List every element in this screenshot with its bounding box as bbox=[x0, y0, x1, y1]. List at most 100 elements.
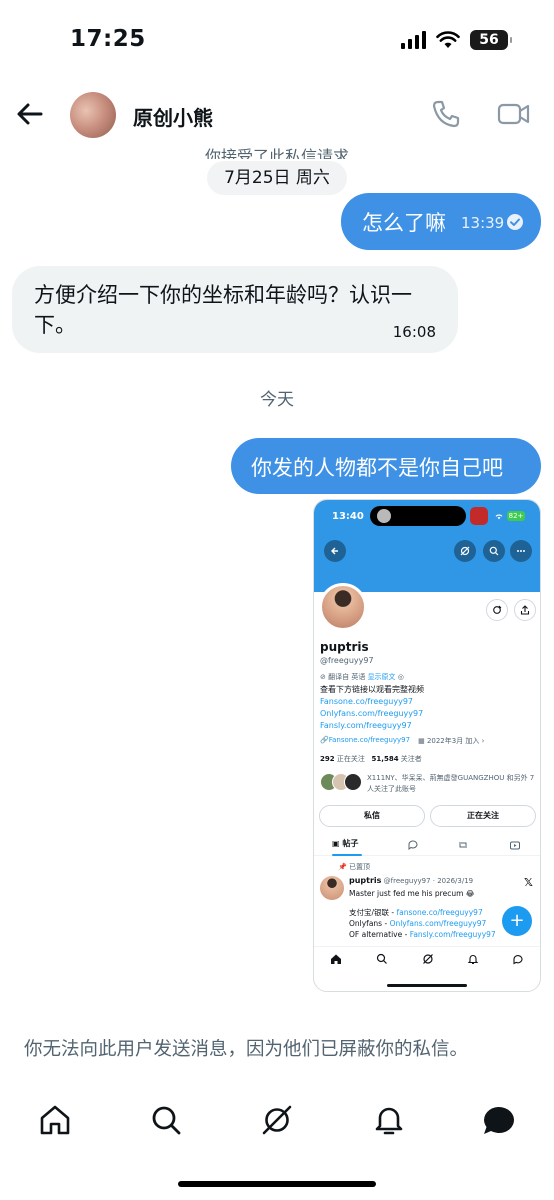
follow-stats: 292 正在关注 51,584 关注者 bbox=[320, 754, 422, 764]
wifi-icon bbox=[436, 31, 460, 48]
chevron-right-icon: › bbox=[479, 737, 485, 745]
wifi-icon bbox=[495, 514, 503, 520]
following-label: 正在关注 bbox=[336, 755, 365, 763]
shared-image-attachment[interactable]: 13:40 82+ puptris @freeguyy97 ⊘ 翻译自 英语 显… bbox=[313, 499, 541, 992]
video-icon[interactable] bbox=[497, 98, 531, 130]
home-indicator bbox=[178, 1181, 376, 1187]
shot-status-time: 13:40 bbox=[332, 511, 364, 522]
home-icon bbox=[331, 954, 341, 964]
pin-icon: 📌 bbox=[338, 863, 349, 871]
message-button: 私信 bbox=[319, 805, 425, 827]
search-icon bbox=[376, 953, 387, 964]
following-count: 292 bbox=[320, 755, 335, 763]
bio-link: Fansly.com/freeguyy97 bbox=[320, 721, 412, 730]
status-time: 17:25 bbox=[70, 26, 146, 52]
message-bubble-outgoing[interactable]: 你发的人物都不是你自己吧 bbox=[231, 438, 541, 494]
mutual-followers-avatars bbox=[320, 773, 364, 793]
contact-avatar[interactable] bbox=[70, 92, 116, 138]
notifications-icon bbox=[467, 955, 479, 965]
back-arrow-icon bbox=[324, 540, 346, 562]
battery-icon: 82+ bbox=[507, 511, 525, 521]
following-button: 正在关注 bbox=[430, 805, 536, 827]
shot-bottom-nav bbox=[314, 946, 540, 970]
grok-analyze-icon bbox=[486, 599, 508, 621]
post-link: Onlyfans.com/freeguyy97 bbox=[389, 919, 487, 928]
date-separator-today: 今天 bbox=[260, 390, 294, 410]
message-text: 方便介绍一下你的坐标和年龄吗？认识一下。 bbox=[34, 283, 412, 337]
tab-posts: ▣ 帖子 bbox=[332, 838, 358, 849]
notifications-icon[interactable] bbox=[371, 1102, 407, 1138]
message-bubble-outgoing[interactable]: 怎么了嘛 13:39 bbox=[341, 193, 541, 250]
post-link-line: OF alternative - Fansly.com/freeguyy97 bbox=[349, 929, 529, 940]
post-link-label: Onlyfans - bbox=[349, 919, 390, 928]
post-text: Master just fed me his precum 😂 bbox=[349, 889, 475, 898]
bottom-nav bbox=[0, 1090, 554, 1150]
blocked-notice: 你无法向此用户发送消息，因为他们已屏蔽你的私信。 bbox=[24, 1039, 469, 1060]
island-avatar-icon bbox=[377, 509, 391, 523]
home-icon[interactable] bbox=[37, 1102, 73, 1138]
battery-level: 56 bbox=[479, 32, 499, 48]
pinned-text: 已置顶 bbox=[348, 863, 370, 871]
message-text: 怎么了嘛 bbox=[362, 211, 446, 235]
search-icon bbox=[483, 540, 505, 562]
profile-website: Fansone.co/freeguyy97 bbox=[328, 736, 411, 744]
shot-home-indicator bbox=[387, 984, 467, 987]
app-icon bbox=[470, 507, 488, 525]
search-icon[interactable] bbox=[148, 1102, 184, 1138]
followed-by-text: X111NY、华呆呆、荊無虚發GUANGZHOU 和另外 7 人关注了此账号 bbox=[367, 774, 535, 793]
profile-joined: 2022年3月 加入 bbox=[426, 737, 480, 745]
bio-line: 查看下方链接以观看完整视频 bbox=[320, 685, 424, 694]
post-link-label: OF alternative - bbox=[349, 930, 410, 939]
profile-name: puptris bbox=[320, 640, 369, 654]
active-tab-indicator bbox=[332, 854, 362, 856]
message-time: 13:39 bbox=[461, 214, 505, 232]
media-icon bbox=[510, 841, 520, 850]
status-bar: 17:25 56 bbox=[0, 0, 554, 84]
shot-status-icons: 82+ bbox=[494, 511, 525, 521]
replies-icon bbox=[408, 840, 418, 850]
request-accepted-note: 你接受了此私信请求 bbox=[204, 147, 349, 159]
bio-link: Onlyfans.com/freeguyy97 bbox=[320, 709, 424, 718]
more-icon bbox=[510, 540, 532, 562]
reposts-icon bbox=[459, 842, 467, 848]
pinned-label: 📌 已置顶 bbox=[338, 862, 370, 872]
post-header: puptris @freeguyy97 · 2026/3/19 bbox=[349, 876, 473, 885]
profile-tabs: ▣ 帖子 bbox=[314, 836, 540, 856]
message-time: 16:08 bbox=[392, 323, 436, 341]
post-link-label: 支付宝/银联 - bbox=[349, 908, 397, 917]
grok-icon[interactable] bbox=[259, 1102, 295, 1138]
battery-icon: 56 bbox=[470, 30, 512, 50]
link-icon: 🔗 bbox=[320, 736, 329, 744]
conversation-header: 原创小熊 bbox=[0, 84, 554, 146]
post-body: Master just fed me his precum 😂 支付宝/银联 -… bbox=[349, 888, 529, 940]
read-check-icon bbox=[507, 214, 523, 230]
calendar-icon: ▦ bbox=[418, 737, 427, 745]
post-avatar bbox=[320, 876, 344, 900]
bio-link: Fansone.co/freeguyy97 bbox=[320, 697, 413, 706]
show-original-link: 显示原文 bbox=[367, 673, 396, 681]
translated-from: 翻译自 英语 bbox=[328, 673, 366, 681]
grok-icon bbox=[423, 954, 433, 964]
signal-icon bbox=[401, 31, 426, 49]
message-bubble-incoming[interactable]: 方便介绍一下你的坐标和年龄吗？认识一下。 16:08 bbox=[12, 266, 458, 353]
translate-icon: ⊘ bbox=[320, 673, 329, 681]
post-meta: @freeguyy97 · 2026/3/19 bbox=[383, 877, 474, 885]
tab-posts-label: 帖子 bbox=[342, 839, 359, 848]
post-author: puptris bbox=[349, 876, 382, 885]
phone-icon[interactable] bbox=[430, 98, 462, 130]
contact-name[interactable]: 原创小熊 bbox=[133, 102, 213, 131]
share-icon bbox=[514, 599, 536, 621]
profile-bio: 查看下方链接以观看完整视频 Fansone.co/freeguyy97 Only… bbox=[320, 684, 424, 732]
followers-count: 51,584 bbox=[371, 755, 399, 763]
messages-icon[interactable] bbox=[481, 1102, 517, 1138]
post-link: Fansly.com/freeguyy97 bbox=[409, 930, 496, 939]
status-icons: 56 bbox=[401, 30, 512, 50]
back-arrow-icon[interactable] bbox=[14, 98, 46, 130]
posts-icon: ▣ bbox=[332, 839, 343, 848]
date-separator: 7月25日 周六 bbox=[207, 161, 347, 195]
post-link: fansone.co/freeguyy97 bbox=[396, 908, 483, 917]
settings-icon: ◎ bbox=[397, 673, 404, 681]
profile-avatar bbox=[319, 583, 367, 631]
message-text: 你发的人物都不是你自己吧 bbox=[251, 456, 503, 480]
profile-handle: @freeguyy97 bbox=[320, 656, 374, 665]
